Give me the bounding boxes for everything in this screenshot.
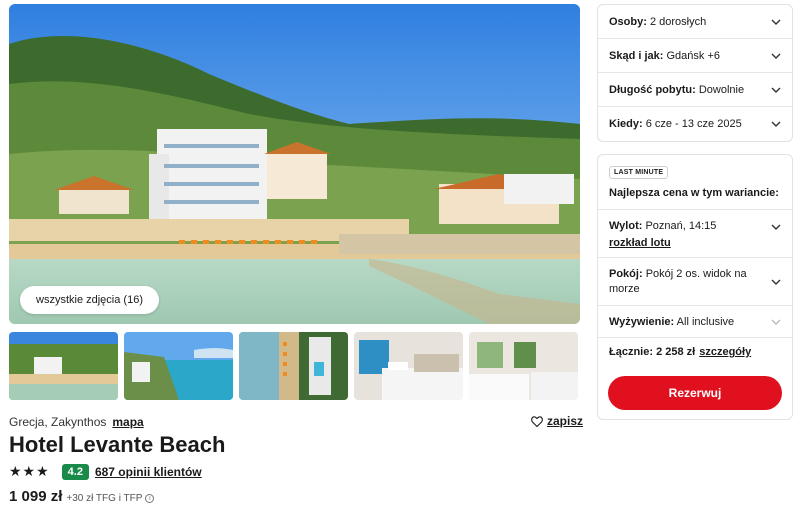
score-badge: 4.2 xyxy=(61,463,89,480)
filter-departure[interactable]: Skąd i jak: Gdańsk +6 xyxy=(598,39,792,73)
search-filters-card: Osoby: 2 dorosłych Skąd i jak: Gdańsk +6… xyxy=(597,4,793,142)
heart-icon xyxy=(531,415,543,427)
chevron-down-icon xyxy=(771,87,781,93)
thumbnail-hotel-aerial-top[interactable] xyxy=(239,332,348,400)
thumbnail-strip xyxy=(9,332,580,400)
chevron-down-icon xyxy=(771,279,781,285)
last-minute-badge: LAST MINUTE xyxy=(609,166,669,179)
save-button[interactable]: zapisz xyxy=(531,414,583,428)
when-label: Kiedy: xyxy=(609,118,643,130)
price-row: 1 099 zł +30 zł TFG i TFP i xyxy=(9,488,155,505)
save-label: zapisz xyxy=(547,414,584,428)
board-label: Wyżywienie: xyxy=(609,315,675,328)
guests-value: 2 dorosłych xyxy=(649,15,707,28)
room-label: Pokój: xyxy=(609,267,643,280)
chevron-down-icon xyxy=(771,319,781,325)
info-icon[interactable]: i xyxy=(145,494,155,503)
thumbnail-bedroom-interior[interactable] xyxy=(469,332,578,400)
location-text: Grecja, Zakynthos xyxy=(9,415,107,429)
star-rating: ★★★ xyxy=(9,463,50,479)
flight-schedule-link[interactable]: rozkład lotu xyxy=(609,237,671,249)
total-price: Łącznie: 2 258 zł xyxy=(609,346,696,358)
details-link[interactable]: szczegóły xyxy=(699,346,751,358)
map-link[interactable]: mapa xyxy=(112,415,143,429)
thumbnail-beach-hotel-aerial[interactable] xyxy=(9,332,118,400)
fees-text: +30 zł TFG i TFP xyxy=(66,493,143,504)
filter-guests[interactable]: Osoby: 2 dorosłych xyxy=(598,5,792,39)
from-value: Gdańsk +6 xyxy=(666,49,720,62)
reviews-link[interactable]: 687 opinii klientów xyxy=(95,465,202,479)
rating-row: ★★★ 4.2 687 opinii klientów xyxy=(9,463,202,480)
total-price-line: Łącznie: 2 258 zł szczegóły xyxy=(598,338,792,366)
duration-label: Długość pobytu: xyxy=(609,83,696,96)
chevron-down-icon xyxy=(771,224,781,230)
location-line: Grecja, Zakynthos mapa xyxy=(9,415,144,429)
fees-note: +30 zł TFG i TFP i xyxy=(66,493,155,504)
chevron-down-icon xyxy=(771,121,781,127)
offer-card: LAST MINUTE Najlepsza cena w tym warianc… xyxy=(597,154,793,420)
flight-value: Poznań, 14:15 xyxy=(645,220,717,232)
from-label: Skąd i jak: xyxy=(609,49,664,62)
book-button[interactable]: Rezerwuj xyxy=(608,376,782,410)
flight-label: Wylot: xyxy=(609,220,643,232)
hotel-main-photo[interactable] xyxy=(9,4,580,324)
chevron-down-icon xyxy=(771,19,781,25)
board-value: All inclusive xyxy=(676,315,735,328)
guests-label: Osoby: xyxy=(609,15,647,28)
chevron-down-icon xyxy=(771,53,781,59)
best-price-heading: Najlepsza cena w tym wariancie: xyxy=(598,179,792,210)
room-row[interactable]: Pokój: Pokój 2 os. widok na morze xyxy=(598,258,792,306)
duration-value: Dowolnie xyxy=(698,83,745,96)
thumbnail-coastline-view[interactable] xyxy=(124,332,233,400)
flight-row[interactable]: Wylot: Poznań, 14:15 rozkład lotu xyxy=(598,210,792,258)
filter-dates[interactable]: Kiedy: 6 cze - 13 cze 2025 xyxy=(598,107,792,141)
price: 1 099 zł xyxy=(9,488,63,505)
thumbnail-bedroom-sea-view[interactable] xyxy=(354,332,463,400)
when-value: 6 cze - 13 cze 2025 xyxy=(645,118,742,130)
board-row[interactable]: Wyżywienie: All inclusive xyxy=(598,306,792,338)
filter-duration[interactable]: Długość pobytu: Dowolnie xyxy=(598,73,792,107)
hotel-name: Hotel Levante Beach xyxy=(9,432,226,457)
all-photos-button[interactable]: wszystkie zdjęcia (16) xyxy=(20,286,159,314)
